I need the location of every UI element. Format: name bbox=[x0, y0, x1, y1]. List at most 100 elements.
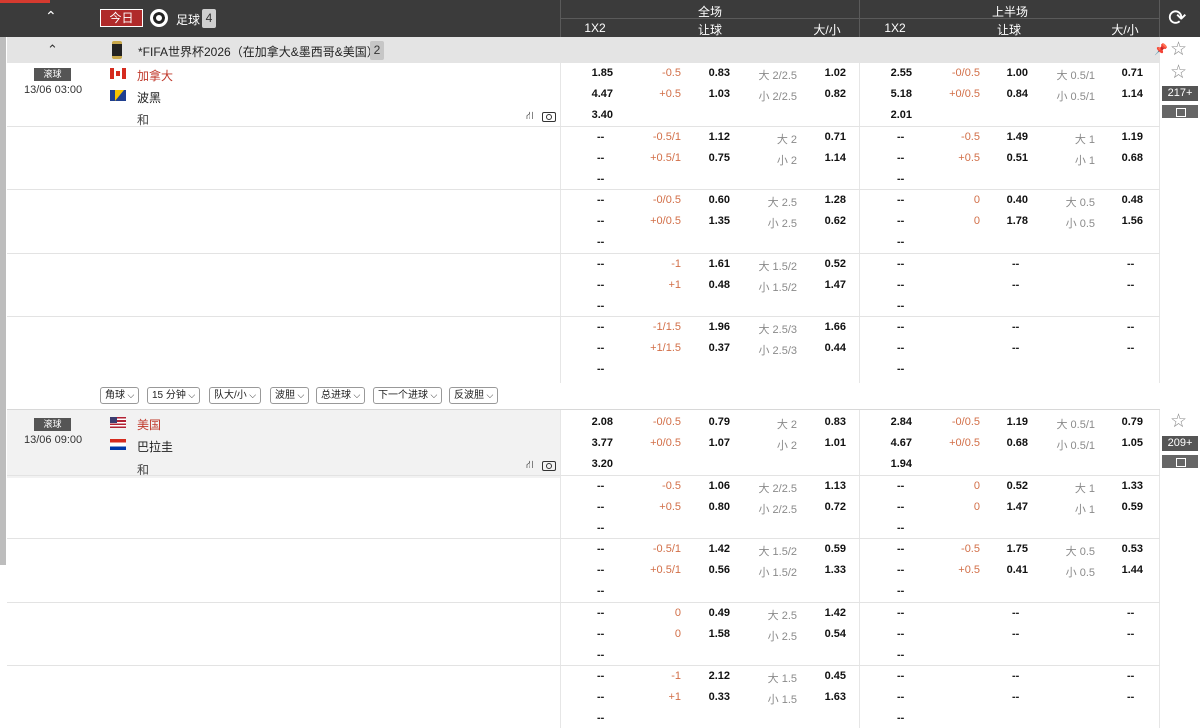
ou-odds-full[interactable]: 0.52 bbox=[825, 258, 846, 270]
odds-1x2-full[interactable]: 3.40 bbox=[592, 109, 613, 121]
handicap-odds-half[interactable]: 0.52 bbox=[1007, 480, 1028, 492]
handicap-odds-full[interactable]: 0.49 bbox=[709, 607, 730, 619]
odds-1x2-half[interactable]: 2.01 bbox=[891, 109, 912, 121]
ou-odds-full[interactable]: 0.62 bbox=[825, 215, 846, 227]
odds-1x2-full[interactable]: 4.47 bbox=[592, 88, 613, 100]
away-team[interactable]: 波黑 bbox=[137, 89, 161, 106]
ou-odds-full[interactable]: 1.13 bbox=[825, 480, 846, 492]
filter-dropdown[interactable]: 总进球 ⌵ bbox=[316, 387, 366, 404]
handicap-odds-full[interactable]: 0.33 bbox=[709, 691, 730, 703]
chevron-up-icon[interactable]: ⌃ bbox=[45, 8, 57, 25]
handicap-odds-full[interactable]: 0.83 bbox=[709, 67, 730, 79]
ou-odds-half[interactable]: 1.33 bbox=[1122, 480, 1143, 492]
ou-odds-half[interactable]: 0.71 bbox=[1122, 67, 1143, 79]
filter-dropdown[interactable]: 角球 ⌵ bbox=[100, 387, 140, 404]
ou-odds-full[interactable]: 1.66 bbox=[825, 321, 846, 333]
odds-1x2-half[interactable]: 4.67 bbox=[891, 437, 912, 449]
away-team[interactable]: 巴拉圭 bbox=[137, 438, 173, 455]
handicap-odds-full[interactable]: 0.75 bbox=[709, 152, 730, 164]
handicap-odds-half[interactable]: 0.51 bbox=[1007, 152, 1028, 164]
handicap-odds-full[interactable]: 1.42 bbox=[709, 543, 730, 555]
handicap-odds-half[interactable]: 1.00 bbox=[1007, 67, 1028, 79]
handicap-odds-half[interactable]: 0.40 bbox=[1007, 194, 1028, 206]
odds-1x2-half[interactable]: 5.18 bbox=[891, 88, 912, 100]
handicap-odds-half[interactable]: 0.41 bbox=[1007, 564, 1028, 576]
chevron-up-icon[interactable]: ⌃ bbox=[47, 42, 58, 58]
more-bets-button[interactable]: 217+ bbox=[1162, 86, 1198, 101]
filter-dropdown[interactable]: 波胆 ⌵ bbox=[270, 387, 310, 404]
ou-odds-half[interactable]: 1.14 bbox=[1122, 88, 1143, 100]
pitch-icon[interactable]: ⛙ bbox=[526, 459, 534, 473]
filter-dropdown[interactable]: 队大/小 ⌵ bbox=[209, 387, 262, 404]
ou-odds-full[interactable]: 1.01 bbox=[825, 437, 846, 449]
live-tv-icon[interactable] bbox=[542, 461, 556, 471]
odds-1x2-full[interactable]: 1.85 bbox=[592, 67, 613, 79]
handicap-odds-full[interactable]: 0.80 bbox=[709, 501, 730, 513]
odds-1x2-full[interactable]: 3.77 bbox=[592, 437, 613, 449]
handicap-odds-full[interactable]: 2.12 bbox=[709, 670, 730, 682]
handicap-odds-full[interactable]: 1.07 bbox=[709, 437, 730, 449]
star-icon[interactable]: ☆ bbox=[1170, 412, 1187, 432]
ou-odds-half[interactable]: 0.53 bbox=[1122, 543, 1143, 555]
more-bets-button[interactable]: 209+ bbox=[1162, 436, 1198, 451]
handicap-odds-half[interactable]: 0.84 bbox=[1007, 88, 1028, 100]
star-icon[interactable]: ☆ bbox=[1170, 40, 1187, 60]
scrollbar[interactable] bbox=[0, 37, 6, 565]
handicap-odds-half[interactable]: 1.78 bbox=[1007, 215, 1028, 227]
handicap-odds-full[interactable]: 0.79 bbox=[709, 416, 730, 428]
odds-1x2-half[interactable]: 2.55 bbox=[891, 67, 912, 79]
ou-odds-half[interactable]: 1.44 bbox=[1122, 564, 1143, 576]
ou-odds-half[interactable]: 1.56 bbox=[1122, 215, 1143, 227]
handicap-odds-half[interactable]: 1.49 bbox=[1007, 131, 1028, 143]
handicap-odds-full[interactable]: 1.61 bbox=[709, 258, 730, 270]
odds-1x2-full[interactable]: 2.08 bbox=[592, 416, 613, 428]
ou-odds-full[interactable]: 1.14 bbox=[825, 152, 846, 164]
handicap-odds-full[interactable]: 0.37 bbox=[709, 342, 730, 354]
ou-odds-full[interactable]: 0.72 bbox=[825, 501, 846, 513]
ou-odds-full[interactable]: 0.54 bbox=[825, 628, 846, 640]
live-tv-icon[interactable] bbox=[542, 112, 556, 122]
filter-dropdown[interactable]: 15 分钟 ⌵ bbox=[147, 387, 201, 404]
handicap-odds-half[interactable]: 1.47 bbox=[1007, 501, 1028, 513]
handicap-odds-full[interactable]: 0.48 bbox=[709, 279, 730, 291]
handicap-odds-half[interactable]: 1.75 bbox=[1007, 543, 1028, 555]
competition-row[interactable]: ⌃ *FIFA世界杯2026（在加拿大&墨西哥&美国） 2 📌 bbox=[7, 37, 1168, 63]
ou-odds-full[interactable]: 1.42 bbox=[825, 607, 846, 619]
ou-odds-full[interactable]: 1.47 bbox=[825, 279, 846, 291]
handicap-odds-half[interactable]: 0.68 bbox=[1007, 437, 1028, 449]
odds-1x2-half[interactable]: 1.94 bbox=[891, 458, 912, 470]
ou-odds-full[interactable]: 0.71 bbox=[825, 131, 846, 143]
ou-odds-full[interactable]: 0.59 bbox=[825, 543, 846, 555]
ou-odds-full[interactable]: 1.28 bbox=[825, 194, 846, 206]
filter-dropdown[interactable]: 反波胆 ⌵ bbox=[449, 387, 499, 404]
filter-dropdown[interactable]: 下一个进球 ⌵ bbox=[373, 387, 443, 404]
refresh-icon[interactable]: ⟳ bbox=[1168, 4, 1186, 32]
handicap-odds-full[interactable]: 1.58 bbox=[709, 628, 730, 640]
home-team[interactable]: 加拿大 bbox=[137, 67, 173, 84]
ou-odds-half[interactable]: 0.68 bbox=[1122, 152, 1143, 164]
handicap-odds-full[interactable]: 1.06 bbox=[709, 480, 730, 492]
ou-odds-full[interactable]: 0.44 bbox=[825, 342, 846, 354]
home-team[interactable]: 美国 bbox=[137, 416, 161, 433]
ou-odds-half[interactable]: 0.79 bbox=[1122, 416, 1143, 428]
odds-1x2-half[interactable]: 2.84 bbox=[891, 416, 912, 428]
handicap-odds-full[interactable]: 1.12 bbox=[709, 131, 730, 143]
pin-icon[interactable]: 📌 bbox=[1154, 43, 1168, 56]
pitch-icon[interactable]: ⛙ bbox=[526, 110, 534, 124]
ou-odds-half[interactable]: 1.05 bbox=[1122, 437, 1143, 449]
ou-odds-half[interactable]: 1.19 bbox=[1122, 131, 1143, 143]
ou-odds-full[interactable]: 0.45 bbox=[825, 670, 846, 682]
handicap-odds-full[interactable]: 1.35 bbox=[709, 215, 730, 227]
ou-odds-half[interactable]: 0.48 bbox=[1122, 194, 1143, 206]
ou-odds-full[interactable]: 0.83 bbox=[825, 416, 846, 428]
stats-icon[interactable] bbox=[1162, 105, 1198, 118]
ou-odds-full[interactable]: 0.82 bbox=[825, 88, 846, 100]
handicap-odds-half[interactable]: 1.19 bbox=[1007, 416, 1028, 428]
ou-odds-half[interactable]: 0.59 bbox=[1122, 501, 1143, 513]
ou-odds-full[interactable]: 1.33 bbox=[825, 564, 846, 576]
star-icon[interactable]: ☆ bbox=[1170, 63, 1187, 83]
today-tab[interactable]: 今日 bbox=[100, 9, 143, 27]
handicap-odds-full[interactable]: 1.96 bbox=[709, 321, 730, 333]
stats-icon[interactable] bbox=[1162, 455, 1198, 468]
handicap-odds-full[interactable]: 1.03 bbox=[709, 88, 730, 100]
